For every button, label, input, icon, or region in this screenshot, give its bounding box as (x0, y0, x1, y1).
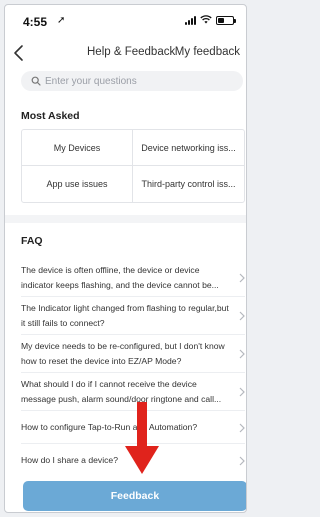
most-asked-grid: My Devices Device networking iss... App … (21, 129, 245, 203)
page-title: Help & Feedback (87, 46, 176, 58)
faq-question: My device needs to be re-configured, but… (21, 341, 225, 366)
faq-item[interactable]: My device needs to be re-configured, but… (21, 339, 245, 369)
divider (21, 296, 245, 297)
my-feedback-link[interactable]: My feedback (175, 46, 240, 58)
status-time: 4:55 (23, 15, 48, 29)
faq-question: The Indicator light changed from flashin… (21, 303, 229, 328)
divider (21, 372, 245, 373)
most-asked-label: App use issues (46, 179, 108, 189)
search-bar[interactable] (21, 71, 243, 91)
phone-screen: 4:55 ➚ Help & Feedback My feedback Most … (4, 4, 247, 513)
chevron-right-icon (239, 387, 245, 397)
search-input[interactable] (45, 75, 225, 87)
cellular-signal-icon (185, 16, 196, 25)
nav-bar: Help & Feedback My feedback (5, 43, 246, 65)
battery-icon (216, 16, 236, 25)
faq-item[interactable]: The Indicator light changed from flashin… (21, 301, 245, 331)
arrow-head (125, 446, 159, 474)
location-arrow-icon: ➚ (57, 15, 66, 26)
feedback-button[interactable]: Feedback (23, 481, 246, 511)
chevron-right-icon (239, 311, 245, 321)
arrow-shaft (137, 402, 147, 448)
chevron-right-icon (239, 349, 245, 359)
red-down-arrow-annotation (125, 402, 159, 474)
faq-item[interactable]: The device is often offline, the device … (21, 263, 245, 293)
wifi-icon (200, 15, 212, 26)
faq-heading: FAQ (21, 235, 43, 247)
status-bar: 4:55 ➚ (5, 5, 246, 35)
chevron-right-icon (239, 273, 245, 283)
chevron-right-icon (239, 423, 245, 432)
most-asked-heading: Most Asked (21, 110, 80, 122)
search-icon (31, 76, 41, 86)
most-asked-label: My Devices (53, 142, 101, 153)
section-divider (5, 215, 246, 223)
status-indicators (185, 15, 236, 26)
chevron-right-icon (239, 456, 245, 465)
most-asked-app-use[interactable]: App use issues (22, 166, 133, 202)
most-asked-label: Third-party control iss... (141, 179, 236, 189)
most-asked-label: Device networking iss... (141, 142, 236, 153)
divider (21, 334, 245, 335)
faq-question: The device is often offline, the device … (21, 265, 219, 290)
most-asked-third-party[interactable]: Third-party control iss... (133, 166, 244, 202)
back-chevron-icon[interactable] (12, 43, 26, 63)
most-asked-my-devices[interactable]: My Devices (22, 130, 133, 166)
most-asked-device-networking[interactable]: Device networking iss... (133, 130, 244, 166)
battery-level (218, 18, 224, 23)
